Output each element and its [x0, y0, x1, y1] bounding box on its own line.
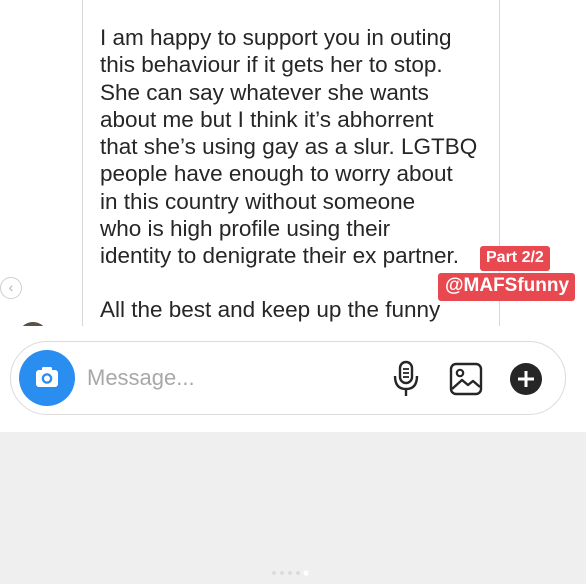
gallery-icon — [449, 362, 483, 396]
chevron-left-icon[interactable]: ‹ — [0, 277, 22, 299]
camera-button[interactable] — [19, 350, 75, 406]
part-label-badge: Part 2/2 — [480, 246, 550, 271]
message-text: I am happy to support you in outing this… — [100, 25, 478, 269]
message-composer — [10, 341, 566, 415]
plus-icon — [510, 363, 542, 395]
microphone-button[interactable] — [391, 360, 421, 398]
dm-screen: I am happy to support you in outing this… — [0, 0, 586, 584]
page-indicator-dots — [272, 570, 309, 576]
bottom-panel — [0, 432, 586, 584]
add-button[interactable] — [508, 361, 544, 397]
microphone-icon — [393, 360, 419, 396]
handle-label-badge: @MAFSfunny — [438, 273, 576, 301]
camera-icon — [36, 367, 58, 387]
gallery-button[interactable] — [448, 361, 484, 397]
message-thread[interactable]: I am happy to support you in outing this… — [0, 0, 586, 352]
message-input[interactable] — [87, 362, 367, 394]
